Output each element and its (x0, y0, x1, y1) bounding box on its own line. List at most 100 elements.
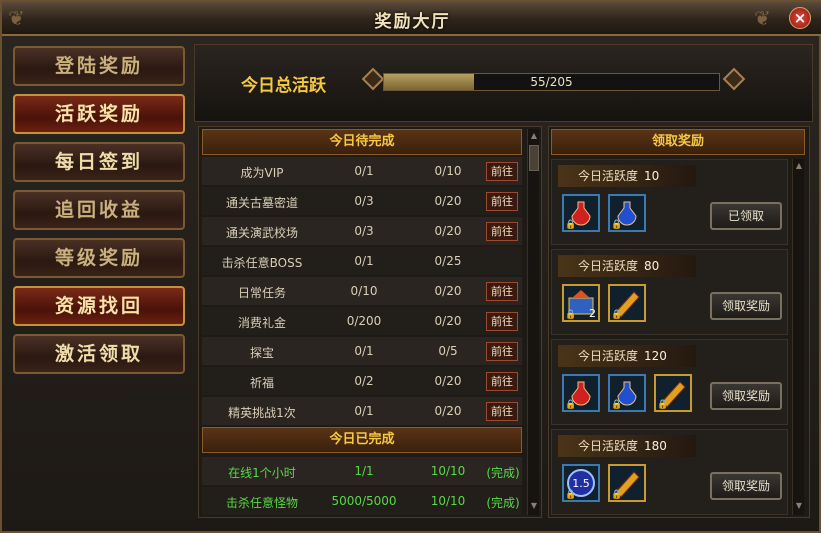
close-button[interactable]: × (789, 7, 811, 29)
tier-value: 180 (644, 439, 667, 453)
go-button[interactable]: 前往 (486, 312, 518, 331)
sidebar-item-activation-claim[interactable]: 激活领取 (13, 334, 185, 374)
task-points: 0/20 (434, 224, 462, 238)
task-name: 击杀任意怪物 (225, 496, 298, 510)
go-button[interactable]: 前往 (486, 342, 518, 361)
task-scrollbar[interactable]: ▲ ▼ (527, 129, 539, 515)
task-row: 精英挑战1次 0/1 0/20 前往 (202, 397, 522, 425)
task-name: 在线1个小时 (228, 466, 296, 480)
task-points: 0/20 (434, 284, 462, 298)
scroll-thumb[interactable] (529, 145, 539, 171)
ornament-right-icon: ❦ (754, 6, 771, 30)
gold-scroll-icon[interactable]: 🔒 (654, 374, 692, 412)
task-points: 0/10 (434, 164, 462, 178)
pending-section-title: 今日待完成 (202, 129, 522, 155)
gold-scroll-icon[interactable]: 🔒 (608, 284, 646, 322)
item-quantity: 2 (589, 307, 596, 320)
sidebar-item-activity-reward[interactable]: 活跃奖励 (13, 94, 185, 134)
task-progress: 0/1 (354, 254, 374, 268)
go-button[interactable]: 前往 (486, 162, 518, 181)
task-progress: 0/1 (354, 404, 374, 418)
task-list-panel: 今日待完成 成为VIP 0/1 0/10 前往 通关古墓密道 0/3 0/20 … (198, 126, 542, 518)
task-row: 击杀任意BOSS 0/1 0/25 (202, 247, 522, 275)
tier-label: 今日活跃度 10 (558, 165, 696, 187)
task-progress: 0/200 (346, 314, 382, 328)
red-potion-icon[interactable]: 🔒 (562, 374, 600, 412)
go-button[interactable]: 前往 (486, 372, 518, 391)
claim-reward-button[interactable]: 领取奖励 (710, 472, 782, 500)
task-points: 0/20 (434, 194, 462, 208)
sidebar-item-level-reward[interactable]: 等级奖励 (13, 238, 185, 278)
task-name: 消费礼金 (237, 316, 286, 330)
scroll-down-icon[interactable]: ▼ (529, 501, 539, 511)
diamond-right-icon (722, 67, 746, 91)
tier-value: 10 (644, 169, 660, 183)
go-button[interactable]: 前往 (486, 282, 518, 301)
tier-value: 80 (644, 259, 660, 273)
task-name: 探宝 (249, 346, 274, 360)
red-potion-icon[interactable]: 🔒 (562, 194, 600, 232)
tier-value: 120 (644, 349, 667, 363)
sidebar-item-login-reward[interactable]: 登陆奖励 (13, 46, 185, 86)
completed-section-title: 今日已完成 (202, 427, 522, 453)
task-name: 击杀任意BOSS (221, 256, 303, 270)
task-status: (完成) (486, 466, 520, 480)
tier-label: 今日活跃度 120 (558, 345, 696, 367)
task-points: 0/5 (438, 344, 458, 358)
sidebar: 登陆奖励 活跃奖励 每日签到 追回收益 等级奖励 资源找回 激活领取 (10, 44, 190, 528)
task-points: 10/10 (430, 464, 466, 478)
task-progress: 0/1 (354, 344, 374, 358)
scroll-up-icon[interactable]: ▲ (529, 131, 539, 141)
reward-tier: 今日活跃度 10 🔒 🔒 已领取 (551, 159, 788, 245)
go-button[interactable]: 前往 (486, 222, 518, 241)
task-points: 0/25 (434, 254, 462, 268)
gold-scroll-icon[interactable]: 🔒 (608, 464, 646, 502)
task-name: 精英挑战1次 (228, 406, 296, 420)
task-progress: 0/2 (354, 374, 374, 388)
claim-reward-button[interactable]: 领取奖励 (710, 292, 782, 320)
exp-orb-icon[interactable]: 1.5 🔒 (562, 464, 600, 502)
window-title: 奖励大厅 (374, 12, 451, 32)
task-row: 祈福 0/2 0/20 前往 (202, 367, 522, 395)
task-status: (完成) (486, 496, 520, 510)
treasure-chest-icon[interactable]: 🔒 2 (562, 284, 600, 322)
task-row: 探宝 0/1 0/5 前往 (202, 337, 522, 365)
task-row: 通关演武校场 0/3 0/20 前往 (202, 217, 522, 245)
blue-potion-icon[interactable]: 🔒 (608, 194, 646, 232)
activity-progress-text: 55/205 (530, 75, 573, 89)
task-row: 成为VIP 0/1 0/10 前往 (202, 157, 522, 185)
reward-tier: 今日活跃度 180 1.5 🔒 🔒 领取奖励 (551, 429, 788, 515)
sidebar-item-daily-signin[interactable]: 每日签到 (13, 142, 185, 182)
task-progress: 0/1 (354, 164, 374, 178)
task-progress: 1/1 (354, 464, 374, 478)
task-progress: 0/10 (350, 284, 378, 298)
completed-task-row: 在线1个小时 1/1 10/10 (完成) (202, 457, 522, 485)
tier-label: 今日活跃度 80 (558, 255, 696, 277)
task-name: 祈福 (249, 376, 274, 390)
scroll-up-icon[interactable]: ▲ (794, 161, 804, 171)
claimed-button[interactable]: 已领取 (710, 202, 782, 230)
task-points: 10/10 (430, 494, 466, 508)
task-progress: 0/3 (354, 194, 374, 208)
reward-tier: 今日活跃度 80 🔒 2 🔒 领取奖励 (551, 249, 788, 335)
reward-scrollbar[interactable]: ▲ ▼ (792, 159, 804, 515)
tier-label: 今日活跃度 180 (558, 435, 696, 457)
claim-reward-button[interactable]: 领取奖励 (710, 382, 782, 410)
activity-progress-bar: 55/205 (383, 73, 720, 91)
rewards-title: 领取奖励 (551, 129, 805, 155)
activity-header: 今日总活跃 55/205 (194, 44, 813, 122)
go-button[interactable]: 前往 (486, 402, 518, 421)
task-progress: 5000/5000 (331, 494, 397, 508)
task-row: 消费礼金 0/200 0/20 前往 (202, 307, 522, 335)
sidebar-item-resource-recovery[interactable]: 资源找回 (13, 286, 185, 326)
go-button[interactable]: 前往 (486, 192, 518, 211)
sidebar-item-recover-earnings[interactable]: 追回收益 (13, 190, 185, 230)
title-bar: ❦ 奖励大厅 ❦ × (2, 2, 821, 36)
blue-potion-icon[interactable]: 🔒 (608, 374, 646, 412)
task-row: 通关古墓密道 0/3 0/20 前往 (202, 187, 522, 215)
scroll-down-icon[interactable]: ▼ (794, 501, 804, 511)
rewards-panel: 领取奖励 今日活跃度 10 🔒 🔒 已领取 今日活跃度 80 🔒 2 🔒 领取奖励 (548, 126, 810, 518)
exp-orb-label: 1.5 (572, 477, 590, 490)
task-name: 日常任务 (237, 286, 286, 300)
completed-task-row: 击杀任意怪物 5000/5000 10/10 (完成) (202, 487, 522, 515)
